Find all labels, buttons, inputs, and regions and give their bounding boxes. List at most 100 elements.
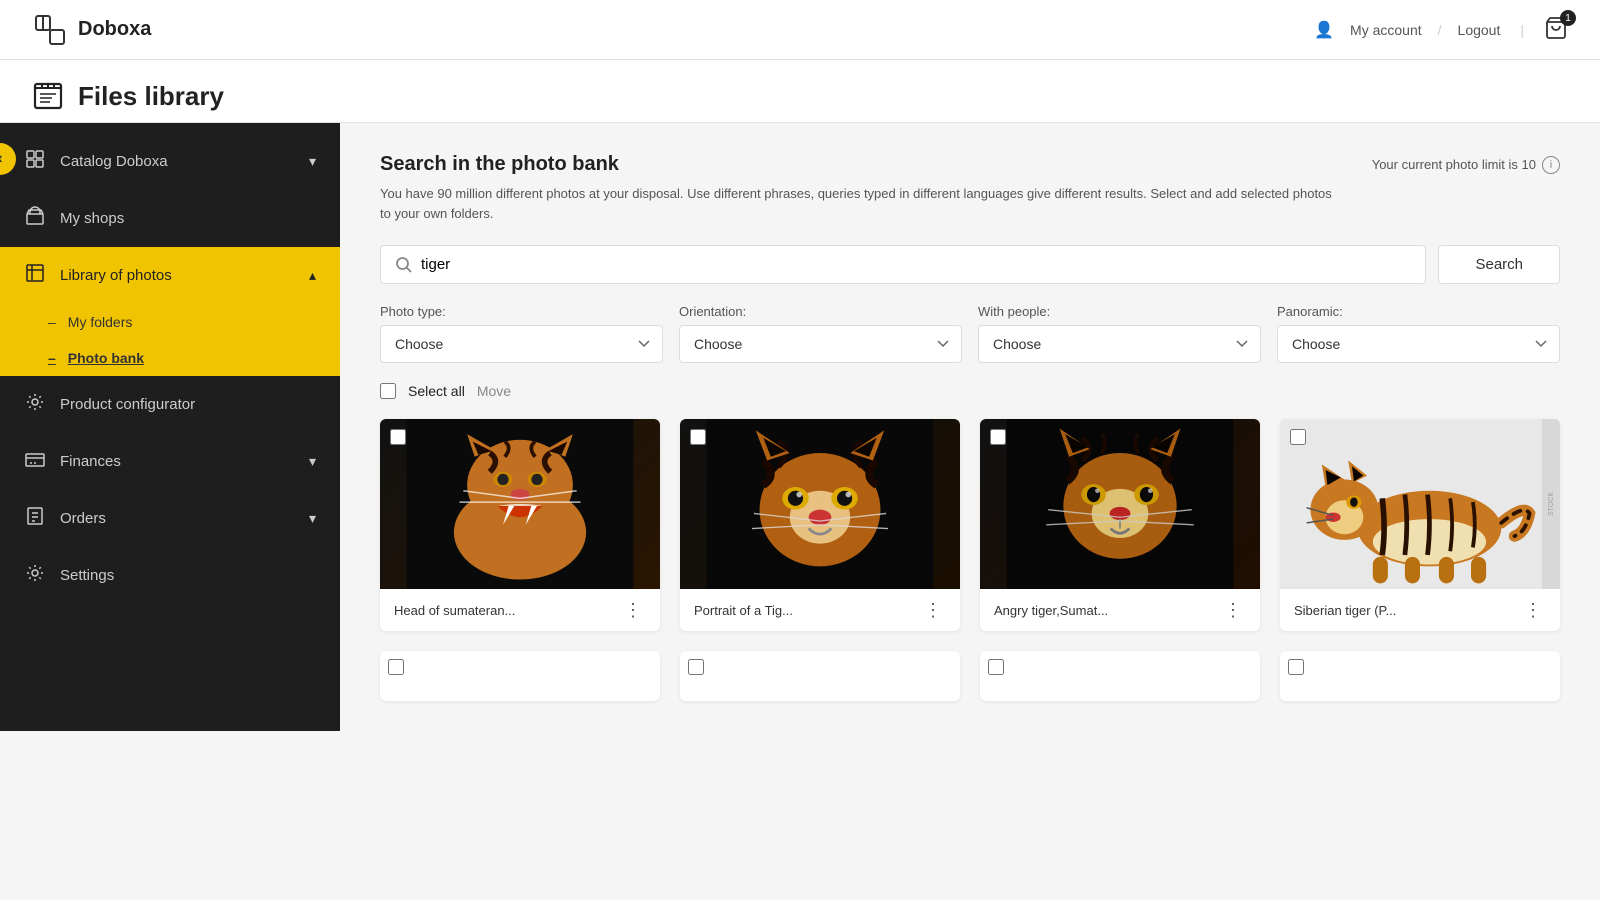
photo-menu-button-4[interactable]: ⋮ bbox=[1520, 599, 1546, 621]
sidebar-item-label: Library of photos bbox=[60, 267, 172, 284]
sidebar-item-label: Finances bbox=[60, 453, 121, 470]
photo-checkbox-row2-2[interactable] bbox=[688, 659, 704, 675]
sidebar-item-label: Settings bbox=[60, 567, 114, 584]
sidebar-item-my-folders[interactable]: My folders bbox=[0, 304, 340, 340]
photo-card-4: STOCK Siberian tiger (P... ⋮ bbox=[1280, 419, 1560, 631]
cart-badge: 1 bbox=[1560, 10, 1576, 26]
photo-card-2: Portrait of a Tig... ⋮ bbox=[680, 419, 960, 631]
photo-card-row2-4 bbox=[1280, 651, 1560, 701]
photo-card-footer-4: Siberian tiger (P... ⋮ bbox=[1280, 589, 1560, 631]
photo-grid-row2 bbox=[380, 651, 1560, 701]
panoramic-label: Panoramic: bbox=[1277, 304, 1560, 319]
photo-checkbox-3[interactable] bbox=[990, 429, 1006, 445]
info-icon[interactable]: i bbox=[1542, 156, 1560, 174]
sidebar-item-label: Product configurator bbox=[60, 396, 195, 413]
photo-checkbox-row2-3[interactable] bbox=[988, 659, 1004, 675]
topnav-right: 👤 My account / Logout | 1 bbox=[1314, 16, 1568, 43]
orders-icon bbox=[24, 506, 46, 531]
page-title-icon bbox=[32, 80, 64, 112]
settings-icon bbox=[24, 563, 46, 588]
photo-name-1: Head of sumateran... bbox=[394, 603, 515, 618]
photo-name-2: Portrait of a Tig... bbox=[694, 603, 793, 618]
photo-limit-info: Your current photo limit is 10 i bbox=[1372, 156, 1560, 174]
photo-checkbox-row2-1[interactable] bbox=[388, 659, 404, 675]
with-people-label: With people: bbox=[978, 304, 1261, 319]
chevron-down-icon: ▾ bbox=[309, 453, 316, 470]
chevron-down-icon: ▾ bbox=[309, 510, 316, 527]
library-icon bbox=[24, 263, 46, 288]
shop-icon bbox=[24, 206, 46, 231]
sidebar-item-catalog[interactable]: Catalog Doboxa ▾ bbox=[0, 133, 340, 190]
tiger-image-2 bbox=[680, 419, 960, 589]
photo-menu-button-3[interactable]: ⋮ bbox=[1220, 599, 1246, 621]
topnav: Doboxa 👤 My account / Logout | 1 bbox=[0, 0, 1600, 60]
sidebar-item-my-shops[interactable]: My shops bbox=[0, 190, 340, 247]
orientation-select[interactable]: Choose bbox=[679, 325, 962, 363]
photo-type-select[interactable]: Choose bbox=[380, 325, 663, 363]
tiger-image-4 bbox=[1280, 419, 1560, 589]
nav-divider: / bbox=[1438, 22, 1442, 38]
photo-grid: Head of sumateran... ⋮ bbox=[380, 419, 1560, 631]
my-account-link[interactable]: My account bbox=[1350, 22, 1422, 38]
vertical-divider: | bbox=[1520, 22, 1524, 38]
select-all-row: Select all Move bbox=[380, 383, 1560, 399]
main-layout: ‹ Catalog Doboxa ▾ My shops bbox=[0, 123, 1600, 731]
chevron-down-icon: ▾ bbox=[309, 153, 316, 170]
move-button[interactable]: Move bbox=[477, 383, 511, 399]
photo-bank-title: Search in the photo bank bbox=[380, 153, 619, 176]
chevron-up-icon: ▴ bbox=[309, 267, 316, 284]
sidebar-sub-menu: My folders Photo bank bbox=[0, 304, 340, 376]
sidebar-item-finances[interactable]: Finances ▾ bbox=[0, 433, 340, 490]
photo-card-img-4: STOCK bbox=[1280, 419, 1560, 589]
photo-checkbox-row2-4[interactable] bbox=[1288, 659, 1304, 675]
photo-card-row2-2 bbox=[680, 651, 960, 701]
photo-card-img-2 bbox=[680, 419, 960, 589]
logout-link[interactable]: Logout bbox=[1458, 22, 1501, 38]
page-title-bar: Files library bbox=[0, 60, 1600, 123]
main-content: Search in the photo bank Your current ph… bbox=[340, 123, 1600, 731]
logo[interactable]: Doboxa bbox=[32, 12, 151, 48]
sidebar-item-settings[interactable]: Settings bbox=[0, 547, 340, 604]
photo-card-img-3 bbox=[980, 419, 1260, 589]
sidebar-sub-item-label: My folders bbox=[68, 314, 133, 330]
panoramic-select[interactable]: Choose bbox=[1277, 325, 1560, 363]
filters-row: Photo type: Choose Orientation: Choose W… bbox=[380, 304, 1560, 363]
photo-menu-button-1[interactable]: ⋮ bbox=[620, 599, 646, 621]
photo-card-footer-2: Portrait of a Tig... ⋮ bbox=[680, 589, 960, 631]
search-icon bbox=[395, 256, 413, 274]
photo-card-footer-3: Angry tiger,Sumat... ⋮ bbox=[980, 589, 1260, 631]
sidebar-item-product-configurator[interactable]: Product configurator bbox=[0, 376, 340, 433]
sidebar-item-photo-bank[interactable]: Photo bank bbox=[0, 340, 340, 376]
photo-card-row2-3 bbox=[980, 651, 1260, 701]
photo-menu-button-2[interactable]: ⋮ bbox=[920, 599, 946, 621]
search-input[interactable] bbox=[421, 246, 1411, 283]
sidebar-item-label: Orders bbox=[60, 510, 106, 527]
photo-checkbox-1[interactable] bbox=[390, 429, 406, 445]
photo-name-4: Siberian tiger (P... bbox=[1294, 603, 1396, 618]
sidebar-item-library[interactable]: Library of photos ▴ bbox=[0, 247, 340, 304]
photo-type-label: Photo type: bbox=[380, 304, 663, 319]
filter-panoramic: Panoramic: Choose bbox=[1277, 304, 1560, 363]
search-button[interactable]: Search bbox=[1438, 245, 1560, 284]
photo-name-3: Angry tiger,Sumat... bbox=[994, 603, 1108, 618]
page-title: Files library bbox=[78, 81, 224, 112]
photo-checkbox-4[interactable] bbox=[1290, 429, 1306, 445]
photo-checkbox-2[interactable] bbox=[690, 429, 706, 445]
sidebar-item-orders[interactable]: Orders ▾ bbox=[0, 490, 340, 547]
sidebar-item-label: Catalog Doboxa bbox=[60, 153, 168, 170]
configurator-icon bbox=[24, 392, 46, 417]
search-row: Search bbox=[380, 245, 1560, 284]
cart-button[interactable]: 1 bbox=[1544, 16, 1568, 43]
tiger-image-3 bbox=[980, 419, 1260, 589]
photo-limit-text: Your current photo limit is 10 bbox=[1372, 157, 1536, 172]
photo-card-row2-1 bbox=[380, 651, 660, 701]
orientation-label: Orientation: bbox=[679, 304, 962, 319]
sidebar: ‹ Catalog Doboxa ▾ My shops bbox=[0, 123, 340, 731]
sidebar-item-label: My shops bbox=[60, 210, 124, 227]
user-icon: 👤 bbox=[1314, 20, 1334, 40]
with-people-select[interactable]: Choose bbox=[978, 325, 1261, 363]
filter-with-people: With people: Choose bbox=[978, 304, 1261, 363]
select-all-checkbox[interactable] bbox=[380, 383, 396, 399]
finances-icon bbox=[24, 449, 46, 474]
photo-card-1: Head of sumateran... ⋮ bbox=[380, 419, 660, 631]
